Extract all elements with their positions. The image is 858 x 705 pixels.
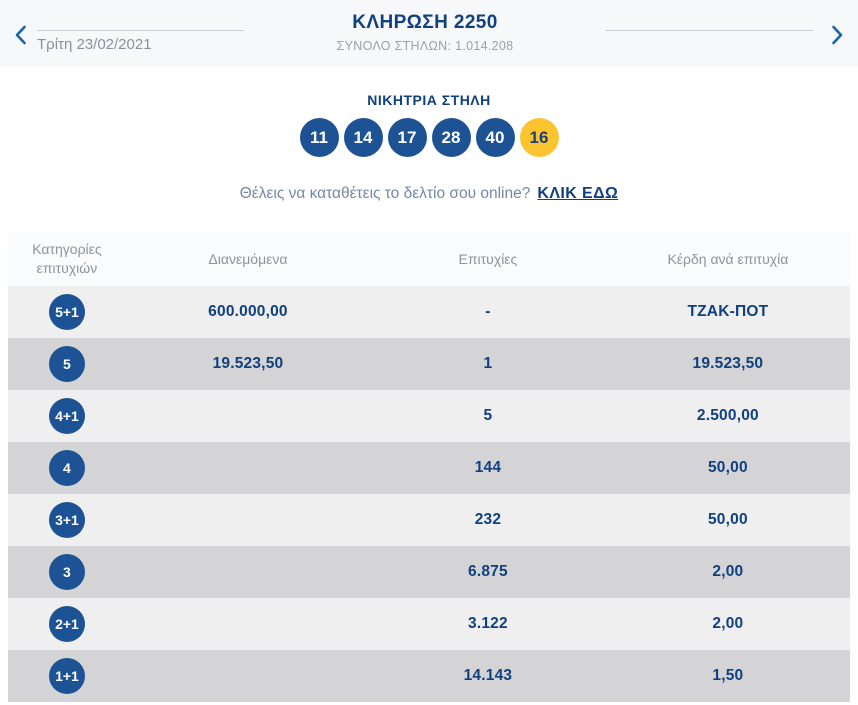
table-row: 3 6.8752,00 <box>8 546 850 598</box>
draw-date: Τρίτη 23/02/2021 <box>37 36 244 53</box>
category-badge: 1+1 <box>49 658 85 694</box>
cell-category: 5+1 <box>8 294 126 330</box>
draw-title-block: ΚΛΗΡΩΣΗ 2250 ΣΥΝΟΛΟ ΣΤΗΛΩΝ: 1.014.208 <box>260 0 590 53</box>
chevron-right-icon <box>831 25 844 45</box>
number-ball: 14 <box>344 118 383 157</box>
total-columns: ΣΥΝΟΛΟ ΣΤΗΛΩΝ: 1.014.208 <box>260 39 590 53</box>
category-badge: 4 <box>49 450 85 486</box>
balls-row: 111417284016 <box>0 118 858 157</box>
cell-winners: 14.143 <box>370 667 606 685</box>
cell-winners: 232 <box>370 511 606 529</box>
cell-prize: 2.500,00 <box>606 407 850 425</box>
number-ball: 40 <box>476 118 515 157</box>
cell-winners: 6.875 <box>370 563 606 581</box>
cell-prize: 50,00 <box>606 459 850 477</box>
table-row: 3+1 23250,00 <box>8 494 850 546</box>
results-rows: 5+1 600.000,00-ΤΖΑΚ-ΠΟΤ 5 19.523,50119.523,… <box>8 286 850 702</box>
chevron-left-icon <box>14 25 27 45</box>
column-header-prize: Κέρδη ανά επιτυχία <box>606 250 850 269</box>
results-table: Κατηγορίες επιτυχιών Διανεμόμενα Επιτυχί… <box>8 232 850 702</box>
table-row: 2+1 3.1222,00 <box>8 598 850 650</box>
right-divider-line <box>606 30 813 31</box>
cell-prize: 2,00 <box>606 615 850 633</box>
cell-winners: 144 <box>370 459 606 477</box>
cell-winners: 3.122 <box>370 615 606 633</box>
cell-category: 4+1 <box>8 398 126 434</box>
number-ball: 28 <box>432 118 471 157</box>
total-columns-value: 1.014.208 <box>455 39 513 53</box>
cta-question: Θέλεις να καταθέτεις το δελτίο σου onlin… <box>240 185 531 202</box>
cell-category: 5 <box>8 346 126 382</box>
draw-header: Τρίτη 23/02/2021 ΚΛΗΡΩΣΗ 2250 ΣΥΝΟΛΟ ΣΤΗ… <box>0 0 858 67</box>
category-badge: 2+1 <box>49 606 85 642</box>
cell-prize: 19.523,50 <box>606 355 850 373</box>
cell-category: 4 <box>8 450 126 486</box>
table-row: 1+1 14.1431,50 <box>8 650 850 702</box>
click-here-link[interactable]: ΚΛΙΚ ΕΔΩ <box>537 185 618 202</box>
number-ball: 11 <box>300 118 339 157</box>
date-block: Τρίτη 23/02/2021 <box>37 0 244 53</box>
cell-category: 1+1 <box>8 658 126 694</box>
draw-title: ΚΛΗΡΩΣΗ 2250 <box>260 12 590 34</box>
cell-category: 3+1 <box>8 502 126 538</box>
cell-prize: ΤΖΑΚ-ΠΟΤ <box>606 303 850 321</box>
next-draw-button[interactable] <box>829 23 846 47</box>
prev-draw-button[interactable] <box>12 23 29 47</box>
total-columns-label: ΣΥΝΟΛΟ ΣΤΗΛΩΝ: <box>337 39 452 53</box>
table-row: 4 14450,00 <box>8 442 850 494</box>
column-header-winners: Επιτυχίες <box>370 250 606 269</box>
cell-category: 2+1 <box>8 606 126 642</box>
results-table-header: Κατηγορίες επιτυχιών Διανεμόμενα Επιτυχί… <box>8 232 850 286</box>
cell-category: 3 <box>8 554 126 590</box>
cell-winners: 5 <box>370 407 606 425</box>
column-header-categories: Κατηγορίες επιτυχιών <box>8 240 126 278</box>
joker-ball: 16 <box>520 118 559 157</box>
cta-line: Θέλεις να καταθέτεις το δελτίο σου onlin… <box>0 185 858 205</box>
left-divider-line <box>37 30 244 31</box>
category-badge: 3 <box>49 554 85 590</box>
category-badge: 5 <box>49 346 85 382</box>
category-badge: 5+1 <box>49 294 85 330</box>
cell-distributed: 19.523,50 <box>126 355 370 373</box>
cell-prize: 2,00 <box>606 563 850 581</box>
column-header-distributed: Διανεμόμενα <box>126 250 370 269</box>
table-row: 5+1 600.000,00-ΤΖΑΚ-ΠΟΤ <box>8 286 850 338</box>
number-ball: 17 <box>388 118 427 157</box>
winning-column-title: ΝΙΚΗΤΡΙΑ ΣΤΗΛΗ <box>0 92 858 108</box>
cell-prize: 1,50 <box>606 667 850 685</box>
cell-winners: 1 <box>370 355 606 373</box>
category-badge: 3+1 <box>49 502 85 538</box>
table-row: 5 19.523,50119.523,50 <box>8 338 850 390</box>
right-divider-block <box>606 0 813 31</box>
cell-winners: - <box>370 303 606 321</box>
cell-distributed: 600.000,00 <box>126 303 370 321</box>
category-badge: 4+1 <box>49 398 85 434</box>
cell-prize: 50,00 <box>606 511 850 529</box>
table-row: 4+1 52.500,00 <box>8 390 850 442</box>
